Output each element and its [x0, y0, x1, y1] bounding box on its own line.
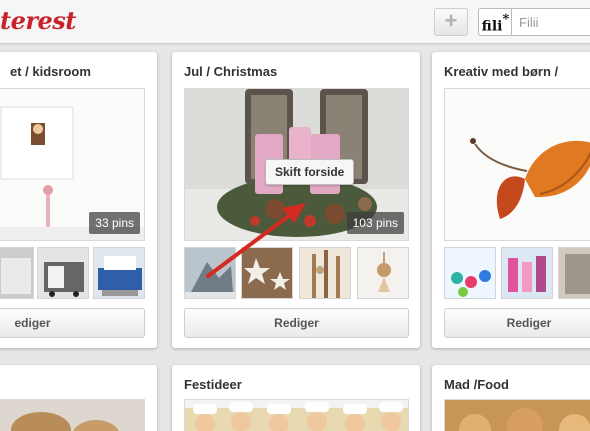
- thumbnail[interactable]: [0, 247, 34, 299]
- board-card-food[interactable]: Mad /Food: [432, 365, 590, 431]
- top-header: terest + fili*: [0, 0, 590, 44]
- pin-count-badge: 103 pins: [346, 212, 404, 234]
- board-cover-image[interactable]: 33 pins: [0, 88, 145, 241]
- board-title: Mad /Food: [444, 377, 509, 392]
- thumbnail[interactable]: [93, 247, 145, 299]
- leaf-craft-illustration: [445, 89, 590, 240]
- search-provider-logo: fili*: [478, 8, 512, 36]
- board-card-row2-left[interactable]: [0, 365, 157, 431]
- add-pin-button[interactable]: +: [434, 8, 468, 36]
- board-cover-image[interactable]: [0, 399, 145, 431]
- pinterest-boards-page: terest + fili* et / kidsroom 33 pins: [0, 0, 590, 431]
- edit-board-button[interactable]: Rediger: [184, 308, 409, 338]
- edit-board-button[interactable]: ediger: [0, 308, 145, 338]
- board-cover-image[interactable]: [444, 88, 590, 241]
- pin-count-badge: 33 pins: [89, 212, 140, 234]
- board-cover-image[interactable]: [444, 399, 590, 431]
- board-title: Jul / Christmas: [184, 64, 278, 79]
- search-input[interactable]: [511, 8, 590, 36]
- board-card-christmas[interactable]: Jul / Christmas Skift forside 103 pins R…: [172, 52, 420, 348]
- search-provider-text: fili: [481, 18, 503, 35]
- thumbnail[interactable]: [501, 247, 553, 299]
- search-provider-mark: *: [502, 12, 510, 27]
- red-arrow-annotation: [206, 203, 306, 278]
- board-card-kreativ[interactable]: Kreativ med børn / Rediger: [432, 52, 590, 348]
- board-title: et / kidsroom: [10, 64, 91, 79]
- board-title: Kreativ med børn /: [444, 64, 559, 79]
- thumbnail[interactable]: [37, 247, 89, 299]
- board-thumbnails: [0, 247, 150, 299]
- thumbnail[interactable]: [558, 247, 590, 299]
- board-title: Festideer: [184, 377, 242, 392]
- board-thumbnails: [444, 247, 590, 299]
- thumbnail[interactable]: [444, 247, 496, 299]
- board-card-festideer[interactable]: Festideer: [172, 365, 420, 431]
- thumbnail[interactable]: [357, 247, 409, 299]
- board-card-kidsroom[interactable]: et / kidsroom 33 pins ediger: [0, 52, 157, 348]
- pinterest-logo[interactable]: terest: [0, 6, 76, 36]
- board-cover-image[interactable]: [184, 399, 409, 431]
- change-cover-tooltip[interactable]: Skift forside: [265, 159, 355, 185]
- edit-board-button[interactable]: Rediger: [444, 308, 590, 338]
